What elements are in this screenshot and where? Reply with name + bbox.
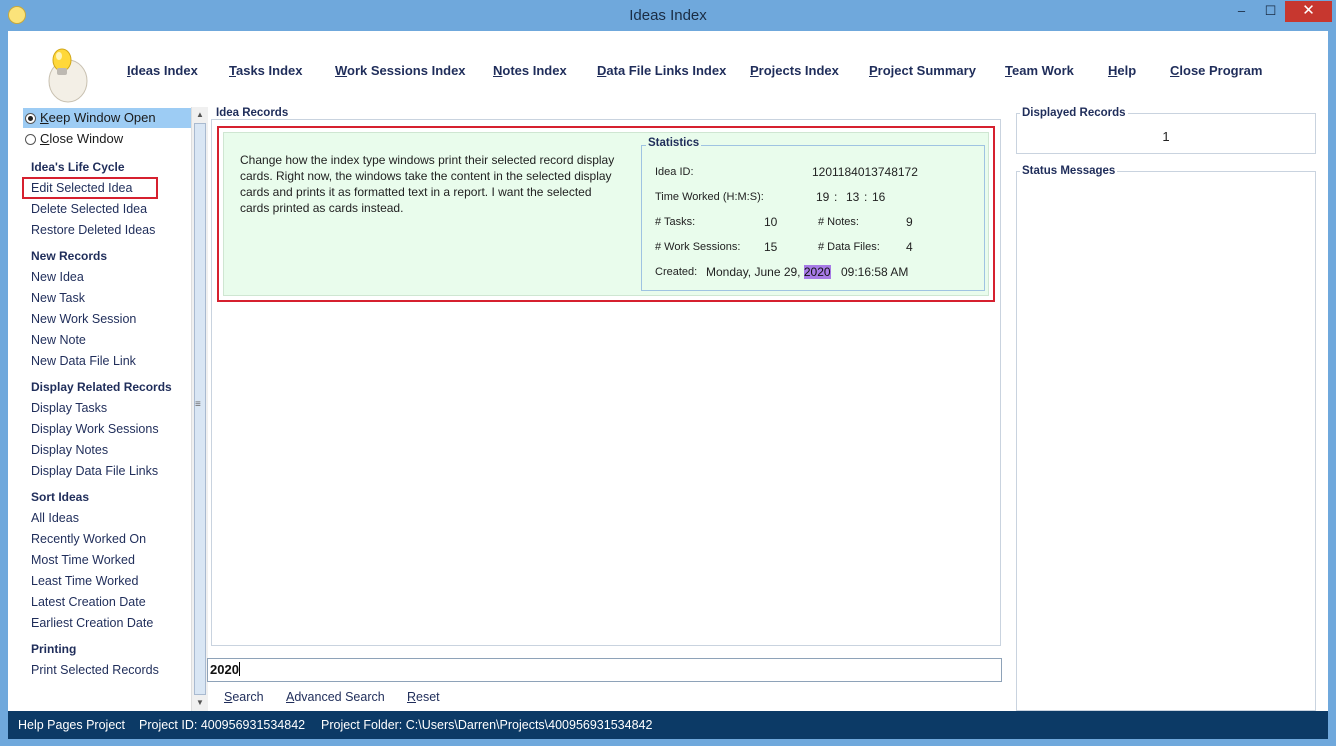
sort-least-time-link[interactable]: Least Time Worked xyxy=(31,574,138,588)
idea-id-value: 1201184013748172 xyxy=(812,165,918,179)
data-files-value: 4 xyxy=(906,240,913,254)
restore-deleted-ideas-link[interactable]: Restore Deleted Ideas xyxy=(31,223,155,237)
nav-tasks-index[interactable]: Tasks Index xyxy=(229,63,302,78)
time-sep-1: : xyxy=(834,190,838,204)
work-sessions-value: 15 xyxy=(764,240,778,254)
sort-all-ideas-link[interactable]: All Ideas xyxy=(31,511,79,525)
nav-projects-index[interactable]: Projects Index xyxy=(750,63,839,78)
work-sessions-label: # Work Sessions: xyxy=(655,241,741,253)
time-hours: 19 xyxy=(816,190,830,204)
close-button[interactable]: ✕ xyxy=(1285,1,1332,22)
time-minutes: 13 xyxy=(846,190,860,204)
client-area: Ideas Index Tasks Index Work Sessions In… xyxy=(8,31,1328,711)
idea-description: Change how the index type windows print … xyxy=(240,153,615,215)
search-match-highlight: 2020 xyxy=(803,265,831,279)
sort-recently-worked-link[interactable]: Recently Worked On xyxy=(31,532,146,546)
radio-unselected-icon xyxy=(25,134,36,145)
minimize-button[interactable]: – xyxy=(1228,1,1255,22)
status-project-folder: Project Folder: C:\Users\Darren\Projects… xyxy=(321,718,653,732)
new-idea-link[interactable]: New Idea xyxy=(31,270,84,284)
statistics-title: Statistics xyxy=(646,137,702,149)
idea-record-card[interactable]: Change how the index type windows print … xyxy=(223,132,989,296)
keep-window-open-radio[interactable]: Keep Window Open xyxy=(23,108,191,128)
status-bar: Help Pages Project Project ID: 400956931… xyxy=(8,711,1328,739)
nav-data-file-links-index[interactable]: Data File Links Index xyxy=(597,63,726,78)
status-messages-frame xyxy=(1016,171,1316,711)
nav-work-sessions-index[interactable]: Work Sessions Index xyxy=(335,63,466,78)
radio-selected-icon xyxy=(25,113,36,124)
status-project-id: Project ID: 400956931534842 xyxy=(139,718,306,732)
time-seconds: 16 xyxy=(872,190,886,204)
sidebar-scrollbar[interactable]: ▲ ≡ ▼ xyxy=(191,107,208,711)
edit-selected-idea-link[interactable]: Edit Selected Idea xyxy=(31,181,132,195)
close-window-radio[interactable]: Close Window xyxy=(23,129,191,149)
display-notes-link[interactable]: Display Notes xyxy=(31,443,108,457)
time-sep-2: : xyxy=(864,190,868,204)
display-related-heading: Display Related Records xyxy=(31,380,172,394)
nav-project-summary[interactable]: Project Summary xyxy=(869,63,976,78)
maximize-button[interactable]: ☐ xyxy=(1257,1,1284,22)
new-work-session-link[interactable]: New Work Session xyxy=(31,312,136,326)
time-worked-label: Time Worked (H:M:S): xyxy=(655,191,764,203)
nav-notes-index[interactable]: Notes Index xyxy=(493,63,567,78)
text-caret xyxy=(238,662,240,676)
status-messages-title: Status Messages xyxy=(1020,165,1118,177)
sidebar: Keep Window Open Close Window Idea's Lif… xyxy=(16,107,191,711)
status-project-name: Help Pages Project xyxy=(18,718,126,732)
display-data-file-links-link[interactable]: Display Data File Links xyxy=(31,464,158,478)
search-button[interactable]: Search xyxy=(224,690,264,704)
display-tasks-link[interactable]: Display Tasks xyxy=(31,401,107,415)
new-note-link[interactable]: New Note xyxy=(31,333,86,347)
lightbulb-head-logo-icon xyxy=(48,48,88,103)
reset-button[interactable]: Reset xyxy=(407,690,440,704)
printing-heading: Printing xyxy=(31,642,77,656)
advanced-search-button[interactable]: Advanced Search xyxy=(286,690,385,704)
scrollbar-grip-icon: ≡ xyxy=(195,399,201,410)
displayed-records-count: 1 xyxy=(1162,129,1170,144)
sort-ideas-heading: Sort Ideas xyxy=(31,490,90,504)
title-bar: Ideas Index – ☐ ✕ xyxy=(0,0,1336,32)
new-data-file-link-link[interactable]: New Data File Link xyxy=(31,354,136,368)
tasks-label: # Tasks: xyxy=(655,216,696,228)
window-title: Ideas Index xyxy=(629,7,707,24)
new-records-heading: New Records xyxy=(31,249,108,263)
new-task-link[interactable]: New Task xyxy=(31,291,85,305)
delete-selected-idea-link[interactable]: Delete Selected Idea xyxy=(31,202,147,216)
print-selected-records-link[interactable]: Print Selected Records xyxy=(31,663,159,677)
data-files-label: # Data Files: xyxy=(818,241,880,253)
idea-records-title: Idea Records xyxy=(214,107,291,119)
sort-earliest-creation-link[interactable]: Earliest Creation Date xyxy=(31,616,153,630)
notes-value: 9 xyxy=(906,215,913,229)
display-work-sessions-link[interactable]: Display Work Sessions xyxy=(31,422,159,436)
created-date: Monday, June 29, 2020 xyxy=(706,265,831,279)
notes-label: # Notes: xyxy=(818,216,859,228)
idea-id-label: Idea ID: xyxy=(655,166,694,178)
scroll-up-arrow-icon[interactable]: ▲ xyxy=(196,110,204,119)
displayed-records-title: Displayed Records xyxy=(1020,107,1128,119)
life-cycle-heading: Idea's Life Cycle xyxy=(31,160,125,174)
tasks-value: 10 xyxy=(764,215,778,229)
nav-ideas-index[interactable]: Ideas Index xyxy=(127,63,198,78)
nav-team-work[interactable]: Team Work xyxy=(1005,63,1074,78)
nav-help[interactable]: Help xyxy=(1108,63,1136,78)
search-input[interactable]: 2020 xyxy=(207,658,1002,682)
sort-most-time-link[interactable]: Most Time Worked xyxy=(31,553,135,567)
sort-latest-creation-link[interactable]: Latest Creation Date xyxy=(31,595,146,609)
nav-close-program[interactable]: Close Program xyxy=(1170,63,1262,78)
created-time: 09:16:58 AM xyxy=(841,265,909,279)
created-label: Created: xyxy=(655,266,698,278)
scroll-down-arrow-icon[interactable]: ▼ xyxy=(196,698,204,707)
